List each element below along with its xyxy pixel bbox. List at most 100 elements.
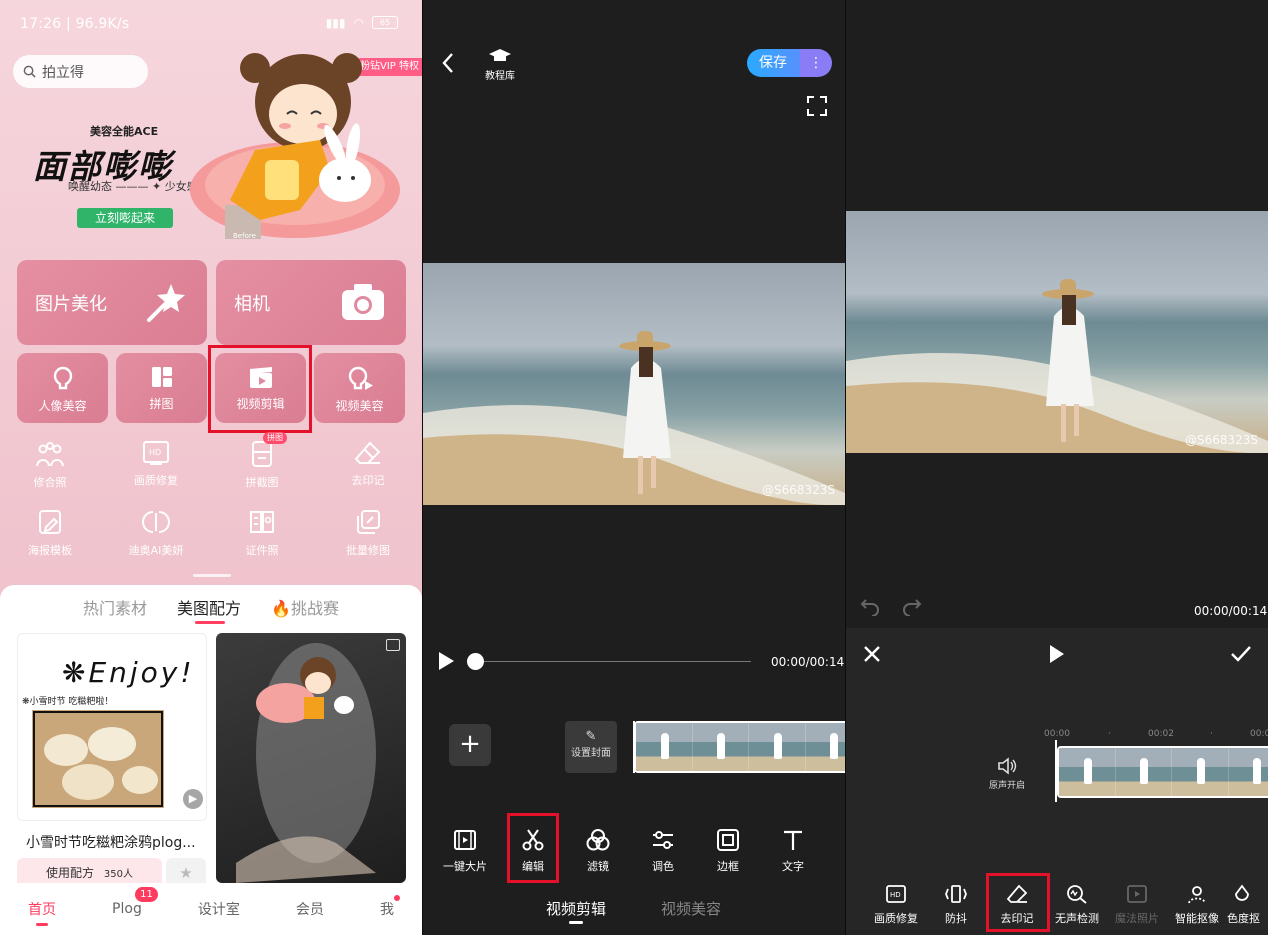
tab-hot-material[interactable]: 热门素材 — [83, 595, 147, 619]
banner-button[interactable]: 立刻嘭起来 — [77, 208, 173, 228]
film-frame — [805, 723, 845, 771]
svg-text:HD: HD — [149, 448, 161, 457]
new-badge: 拼图 — [263, 432, 287, 444]
batch-edit-tool[interactable]: 批量修图 — [333, 508, 403, 558]
remove-mark-tool[interactable]: 去印记 — [333, 440, 403, 488]
id-photo-tool[interactable]: 证件照 — [227, 508, 297, 558]
group-photo-tool[interactable]: 修合照 — [15, 440, 85, 490]
add-clip-button[interactable]: + — [449, 724, 491, 766]
tool-stabilize-label: 防抖 — [945, 912, 967, 925]
check-icon[interactable] — [1230, 645, 1252, 663]
video-preview[interactable]: @S668323S — [423, 263, 845, 505]
tab-video-beauty[interactable]: 视频美容 — [661, 898, 721, 919]
tool-chroma-key[interactable]: 色度抠 — [1227, 884, 1268, 926]
tool-magic-photo[interactable]: 魔法照片 — [1107, 884, 1167, 926]
video-filmstrip[interactable] — [1057, 746, 1268, 798]
id-photo-icon — [250, 511, 274, 533]
tab-recipe[interactable]: 美图配方 — [177, 595, 241, 619]
tool-one-click[interactable]: 一键大片 — [435, 828, 495, 874]
screenshot-stitch-icon — [252, 441, 272, 467]
nav-home[interactable]: 首页 — [28, 899, 56, 926]
hd-restore-tool[interactable]: HD 画质修复 — [121, 440, 191, 488]
tool-hd-restore[interactable]: HD 画质修复 — [866, 884, 926, 926]
tool-adjust[interactable]: 调色 — [633, 828, 693, 874]
tool-smart-cutout[interactable]: 智能抠像 — [1167, 884, 1227, 926]
screenshot-stitch-label: 拼截图 — [245, 476, 279, 489]
tab-challenge[interactable]: 🔥挑战赛 — [271, 595, 339, 619]
film-frame — [1059, 748, 1116, 796]
screenshot-stitch-tool[interactable]: 拼截图 拼图 — [227, 432, 297, 490]
search-icon — [23, 65, 36, 78]
tool-frame-label: 边框 — [717, 860, 739, 873]
group-photo-label: 修合照 — [33, 476, 67, 489]
collage-icon — [151, 367, 172, 387]
video-preview[interactable]: @S668323S — [846, 211, 1268, 453]
video-beauty-label: 视频美容 — [335, 399, 384, 413]
image-type-icon — [386, 639, 400, 651]
timeline-tick: 00:0 — [1250, 729, 1268, 739]
tool-silence-detect[interactable]: 无声检测 — [1047, 884, 1107, 926]
search-input[interactable]: 拍立得 — [13, 55, 148, 88]
tool-filter[interactable]: 滤镜 — [568, 828, 628, 874]
play-icon[interactable] — [437, 651, 455, 671]
nav-me[interactable]: 我 — [379, 895, 400, 919]
dior-ai-tool[interactable]: 迪奥AI美妍 — [121, 508, 191, 558]
camera-card[interactable]: 相机 — [216, 260, 406, 345]
tool-stabilize[interactable]: 防抖 — [926, 884, 986, 926]
recipe-card-2[interactable] — [216, 633, 406, 883]
nav-me-label: 我 — [379, 902, 394, 918]
redo-icon[interactable] — [902, 598, 922, 616]
back-arrow-icon[interactable] — [441, 52, 455, 74]
video-beauty-card[interactable]: 视频美容 — [314, 353, 405, 423]
more-options-icon[interactable]: ⋮ — [800, 49, 832, 77]
edit-panel-screen: @S668323S 00:00/00:14 00:00 · 00:02 · 00… — [846, 0, 1268, 935]
video-watermark: @S668323S — [761, 483, 835, 497]
adjust-icon — [653, 831, 673, 849]
portrait-beauty-card[interactable]: 人像美容 — [17, 353, 108, 423]
film-frame — [1115, 748, 1172, 796]
bottom-nav: 首页 Plog 11 设计室 会员 我 — [0, 883, 422, 935]
tool-frame[interactable]: 边框 — [698, 828, 758, 874]
nav-member[interactable]: 会员 — [296, 899, 324, 919]
progress-handle[interactable] — [467, 653, 484, 670]
nav-plog-label: Plog — [112, 901, 142, 917]
text-icon — [784, 830, 802, 850]
video-frame-image — [423, 331, 845, 505]
tutorial-button[interactable]: 教程库 — [485, 48, 515, 82]
video-frame-image — [846, 279, 1268, 453]
hd-restore-label: 画质修复 — [134, 474, 178, 487]
fullscreen-icon[interactable] — [807, 96, 827, 116]
hd-icon: HD — [143, 441, 169, 465]
nav-plog[interactable]: Plog 11 — [112, 887, 158, 917]
video-filmstrip[interactable] — [634, 721, 845, 773]
poster-template-tool[interactable]: 海报模板 — [15, 508, 85, 558]
set-cover-button[interactable]: ✎ 设置封面 — [565, 721, 617, 773]
close-icon[interactable] — [863, 645, 881, 663]
magic-wand-icon — [147, 284, 185, 322]
collage-card[interactable]: 拼图 — [116, 353, 207, 423]
tool-text[interactable]: 文字 — [763, 828, 823, 874]
film-frame — [1172, 748, 1229, 796]
photo-beautify-card[interactable]: 图片美化 — [17, 260, 207, 345]
frame-icon — [717, 829, 739, 851]
film-frame — [636, 723, 693, 771]
original-audio-toggle[interactable]: 原声开启 — [989, 757, 1025, 791]
recipe-card-1[interactable]: ❋Enjoy! ❋小雪时节 吃糍粑啦！ ▶ — [17, 633, 207, 821]
tool-cutout-label: 智能抠像 — [1175, 912, 1219, 925]
card-enjoy-text: ❋Enjoy! — [62, 656, 195, 689]
status-icons: ▮▮▮ ◠ 65 — [326, 16, 398, 30]
undo-icon[interactable] — [860, 598, 880, 616]
progress-track[interactable] — [475, 661, 751, 662]
tool-magic-photo-label: 魔法照片 — [1115, 912, 1159, 925]
video-watermark: @S668323S — [1184, 433, 1258, 447]
svg-text:HD: HD — [890, 891, 901, 899]
tab-video-edit[interactable]: 视频剪辑 — [546, 898, 606, 919]
play-icon[interactable] — [1049, 644, 1065, 664]
nav-design-room[interactable]: 设计室 — [198, 899, 240, 919]
timeline-tick: 00:00 — [1044, 729, 1070, 739]
stabilize-icon — [945, 885, 967, 903]
chroma-icon — [1235, 884, 1249, 901]
remove-mark-label: 去印记 — [351, 474, 385, 487]
mochi-photo — [32, 710, 164, 808]
video-badge-icon: ▶ — [183, 789, 203, 809]
